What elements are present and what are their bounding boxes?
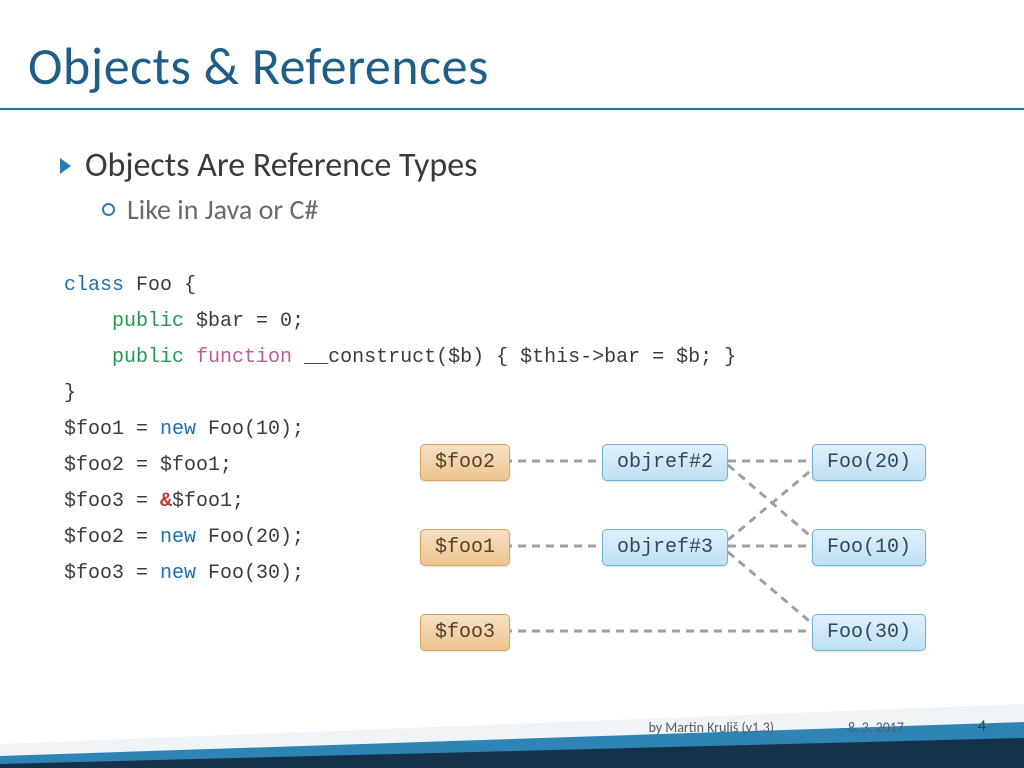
kw-public: public [112,310,184,333]
bullet1-text: Objects Are Reference Types [85,145,477,186]
kw-function: function [196,346,292,369]
obj-foo20: Foo(20) [812,444,926,481]
ampersand: & [160,490,172,513]
footer-author: by Martin Kruliš (v1.3) [648,719,774,736]
objref-2: objref#2 [602,444,728,481]
var-foo3: $foo3 [420,614,510,651]
slide-title: Objects & References [28,34,489,98]
kw-new: new [160,526,196,549]
footer-date: 8. 3. 2017 [848,719,904,736]
bullet-level2: Like in Java or C# [102,192,984,227]
circle-bullet-icon [102,203,115,216]
body: Objects Are Reference Types Like in Java… [60,145,984,227]
bullet-level1: Objects Are Reference Types [60,145,984,186]
triangle-bullet-icon [60,158,71,174]
kw-new: new [160,562,196,585]
kw-public: public [112,346,184,369]
footer-page: 4 [978,717,986,736]
kw-class: class [64,274,124,297]
var-foo1: $foo1 [420,529,510,566]
obj-foo30: Foo(30) [812,614,926,651]
slide: Objects & References Objects Are Referen… [0,0,1024,768]
footer: by Martin Kruliš (v1.3) 8. 3. 2017 4 [0,704,1024,768]
obj-foo10: Foo(10) [812,529,926,566]
kw-new: new [160,418,196,441]
title-rule [0,108,1024,110]
footer-wedge-icon [0,704,1024,768]
var-foo2: $foo2 [420,444,510,481]
bullet2-text: Like in Java or C# [127,192,318,227]
objref-3: objref#3 [602,529,728,566]
